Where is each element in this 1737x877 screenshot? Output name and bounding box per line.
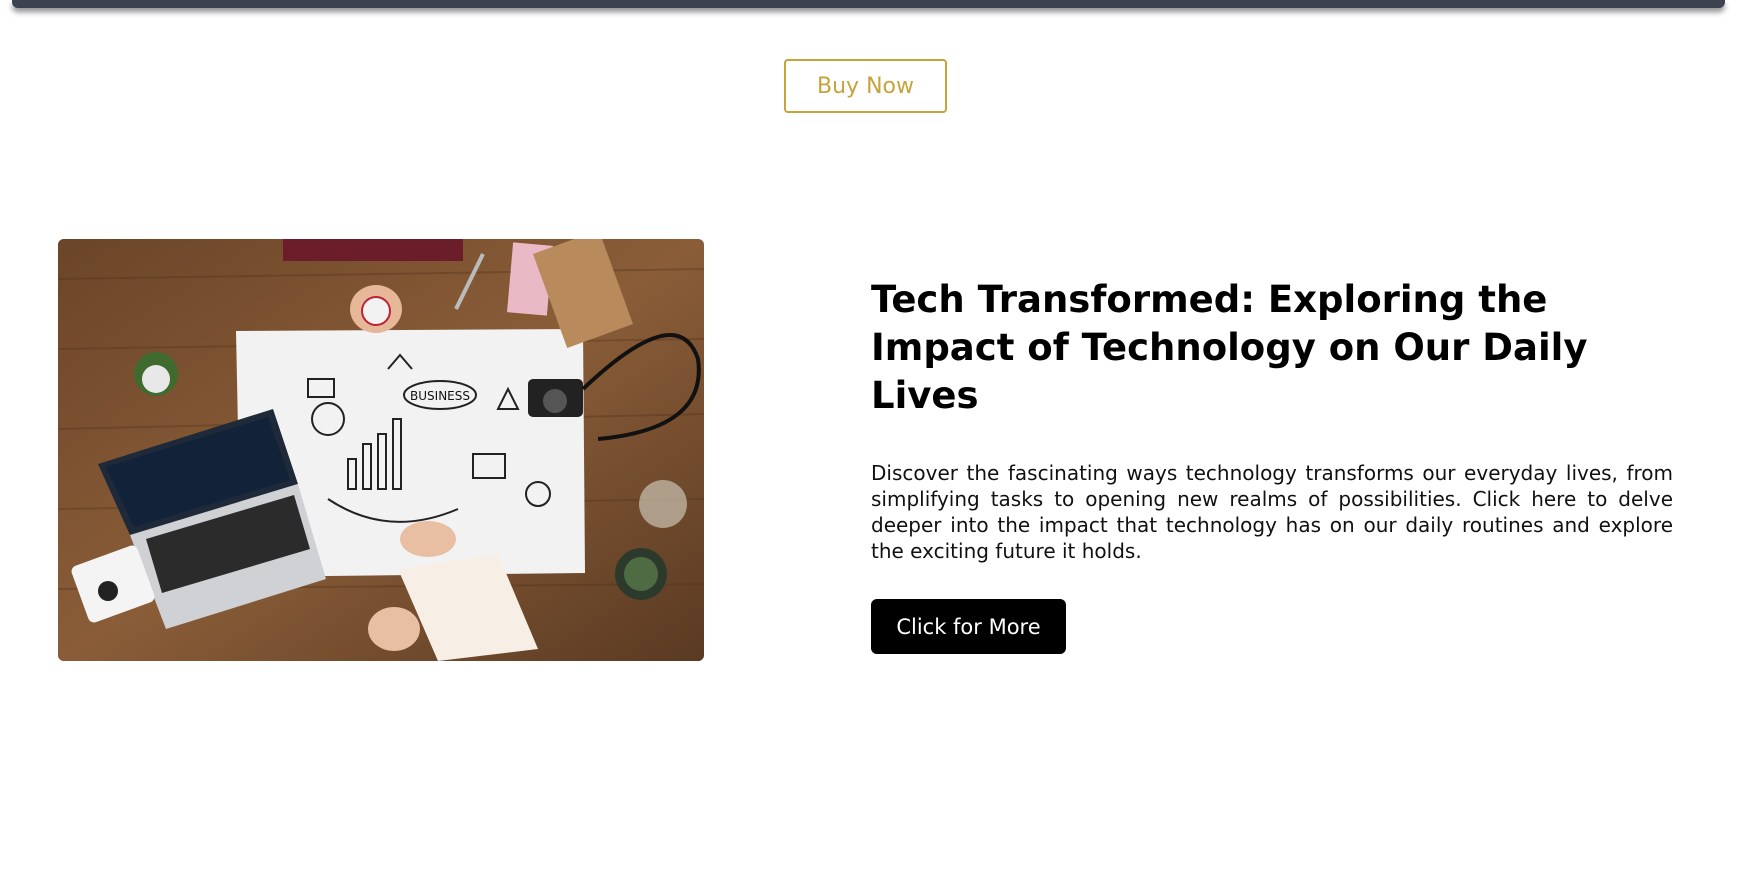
click-for-more-button[interactable]: Click for More	[871, 599, 1066, 654]
feature-title: Tech Transformed: Exploring the Impact o…	[871, 278, 1588, 417]
business-sketch-label: BUSINESS	[410, 389, 470, 403]
feature-content: Tech Transformed: Exploring the Impact o…	[871, 276, 1673, 654]
top-nav-bar	[12, 0, 1725, 8]
hero-image: BUSINESS	[58, 239, 704, 661]
buy-now-button[interactable]: Buy Now	[784, 59, 947, 113]
feature-description: Discover the fascinating ways technology…	[871, 461, 1673, 563]
